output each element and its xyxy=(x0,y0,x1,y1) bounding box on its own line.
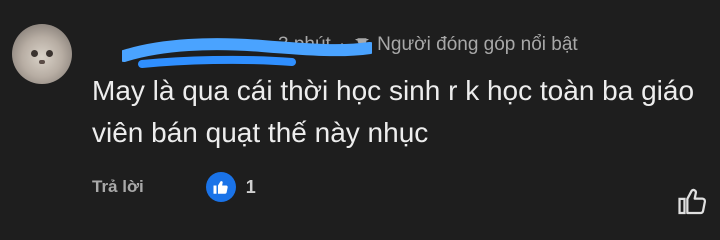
comment-actions: Trả lời 1 xyxy=(92,172,256,202)
comment-text: May là qua cái thời học sinh r k học toà… xyxy=(92,75,695,148)
comment-header: 3 phút · Người đóng góp nổi bật xyxy=(92,28,578,68)
avatar-eye-left xyxy=(31,50,38,57)
avatar[interactable] xyxy=(12,24,72,84)
like-button[interactable] xyxy=(205,172,236,202)
thumbs-up-outline-icon[interactable] xyxy=(676,184,710,218)
reply-button[interactable]: Trả lời xyxy=(92,177,144,197)
name-redaction-scribble xyxy=(122,38,372,68)
avatar-eye-right xyxy=(46,50,53,57)
thumbs-up-icon xyxy=(213,181,228,194)
avatar-nose xyxy=(39,60,45,64)
top-contributor-badge: Người đóng góp nổi bật xyxy=(377,34,578,55)
like-count: 1 xyxy=(245,176,256,197)
